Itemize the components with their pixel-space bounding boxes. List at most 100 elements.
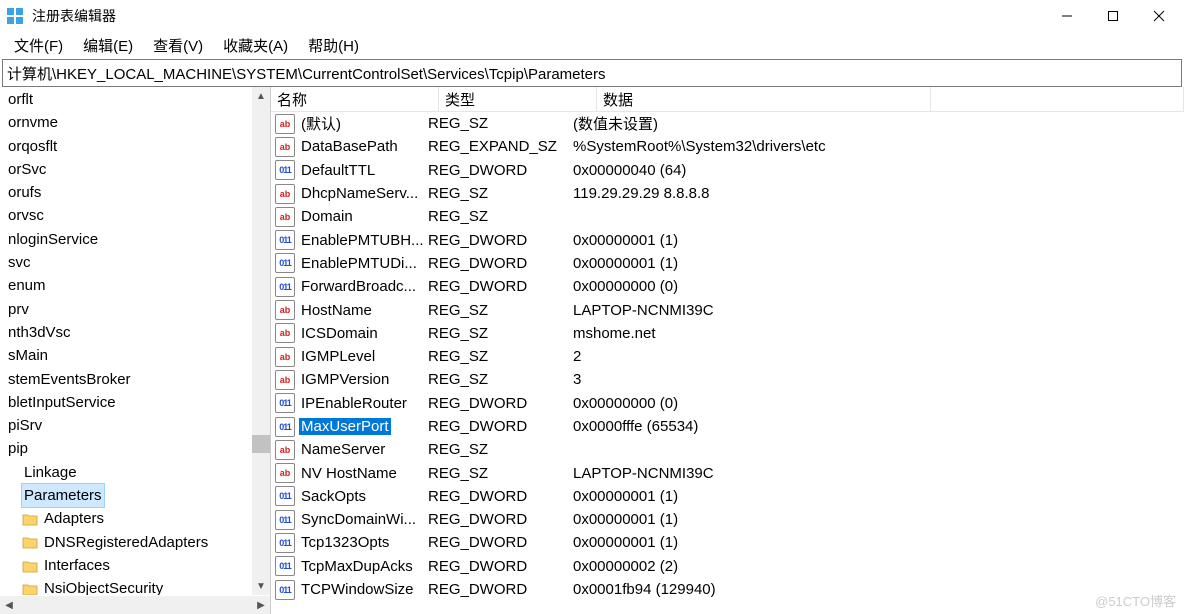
value-type: REG_DWORD [428,255,573,272]
tree-item[interactable]: nloginService [0,228,252,251]
list-header: 名称 类型 数据 [271,87,1184,112]
list-row[interactable]: abNV HostNameREG_SZLAPTOP-NCNMI39C [271,461,1184,484]
binary-value-icon: 011 [275,230,295,250]
value-data: mshome.net [573,325,1184,342]
address-text: 计算机\HKEY_LOCAL_MACHINE\SYSTEM\CurrentCon… [7,63,606,84]
tree-item[interactable]: NsiObjectSecurity [0,577,252,595]
column-name[interactable]: 名称 [271,87,439,111]
binary-value-icon: 011 [275,160,295,180]
list-row[interactable]: abDhcpNameServ...REG_SZ119.29.29.29 8.8.… [271,182,1184,205]
tree-item[interactable]: Interfaces [0,554,252,577]
list-row[interactable]: 011SyncDomainWi...REG_DWORD0x00000001 (1… [271,508,1184,531]
tree-item[interactable]: ornvme [0,111,252,134]
list-row[interactable]: 011SackOptsREG_DWORD0x00000001 (1) [271,485,1184,508]
tree-item[interactable]: DNSRegisteredAdapters [0,531,252,554]
string-value-icon: ab [275,440,295,460]
tree-item[interactable]: sMain [0,344,252,367]
value-name: Domain [299,208,355,225]
menu-item-4[interactable]: 帮助(H) [298,33,369,58]
tree-item[interactable]: nth3dVsc [0,321,252,344]
list-row[interactable]: 011ForwardBroadc...REG_DWORD0x00000000 (… [271,275,1184,298]
tree-item[interactable]: Adapters [0,507,252,530]
list-row[interactable]: 011IPEnableRouterREG_DWORD0x00000000 (0) [271,392,1184,415]
list-pane: 名称 类型 数据 ab(默认)REG_SZ(数值未设置)abDataBasePa… [271,87,1184,614]
list-row[interactable]: 011EnablePMTUBH...REG_DWORD0x00000001 (1… [271,228,1184,251]
tree-horizontal-scrollbar[interactable]: ◀ ▶ [0,595,270,614]
value-data: 0x00000001 (1) [573,511,1184,528]
tree-item[interactable]: bletInputService [0,391,252,414]
list-row[interactable]: abDomainREG_SZ [271,205,1184,228]
scroll-thumb[interactable] [252,435,270,453]
value-data: 0x00000001 (1) [573,534,1184,551]
value-type: REG_SZ [428,371,573,388]
scroll-right-icon[interactable]: ▶ [252,596,270,614]
value-name: IGMPVersion [299,371,391,388]
address-bar[interactable]: 计算机\HKEY_LOCAL_MACHINE\SYSTEM\CurrentCon… [2,59,1182,87]
minimize-button[interactable] [1044,0,1090,32]
menu-item-0[interactable]: 文件(F) [4,33,73,58]
tree-item-label: DNSRegisteredAdapters [42,531,210,554]
column-type[interactable]: 类型 [439,87,597,111]
list-row[interactable]: abNameServerREG_SZ [271,438,1184,461]
tree-item-label: svc [6,251,33,274]
list-row[interactable]: abIGMPVersionREG_SZ3 [271,368,1184,391]
tree-item-label: enum [6,274,48,297]
value-name: IGMPLevel [299,348,377,365]
list-row[interactable]: 011TCPWindowSizeREG_DWORD0x0001fb94 (129… [271,578,1184,601]
tree-vertical-scrollbar[interactable]: ▲ ▼ [252,87,270,595]
tree-item-label: Interfaces [42,554,112,577]
tree-item[interactable]: piSrv [0,414,252,437]
tree-item[interactable]: svc [0,251,252,274]
tree-item[interactable]: Linkage [0,461,252,484]
value-data: %SystemRoot%\System32\drivers\etc [573,138,1184,155]
list-row[interactable]: 011MaxUserPortREG_DWORD0x0000fffe (65534… [271,415,1184,438]
tree-item-label: orflt [6,88,35,111]
scroll-down-icon[interactable]: ▼ [252,577,270,595]
list-row[interactable]: abHostNameREG_SZLAPTOP-NCNMI39C [271,298,1184,321]
tree-view[interactable]: orfltornvmeorqosfltorSvcorufsorvscnlogin… [0,87,252,595]
value-data: 0x00000040 (64) [573,162,1184,179]
value-data: 0x00000000 (0) [573,278,1184,295]
tree-item[interactable]: orqosflt [0,135,252,158]
tree-item[interactable]: Parameters [0,484,252,507]
value-type: REG_SZ [428,185,573,202]
list-row[interactable]: 011TcpMaxDupAcksREG_DWORD0x00000002 (2) [271,555,1184,578]
menu-item-1[interactable]: 编辑(E) [73,33,143,58]
menu-item-2[interactable]: 查看(V) [143,33,213,58]
tree-item-label: Parameters [22,484,104,507]
value-data: 119.29.29.29 8.8.8.8 [573,185,1184,202]
menu-item-3[interactable]: 收藏夹(A) [213,33,298,58]
column-spare[interactable] [931,87,1184,111]
menu-bar: 文件(F)编辑(E)查看(V)收藏夹(A)帮助(H) [0,32,1184,58]
tree-item[interactable]: enum [0,274,252,297]
list-row[interactable]: abICSDomainREG_SZmshome.net [271,322,1184,345]
value-data: 0x0001fb94 (129940) [573,581,1184,598]
scroll-up-icon[interactable]: ▲ [252,87,270,105]
maximize-button[interactable] [1090,0,1136,32]
tree-item[interactable]: prv [0,298,252,321]
tree-item[interactable]: orufs [0,181,252,204]
list-view[interactable]: ab(默认)REG_SZ(数值未设置)abDataBasePathREG_EXP… [271,112,1184,614]
list-row[interactable]: 011EnablePMTUDi...REG_DWORD0x00000001 (1… [271,252,1184,275]
value-name: Tcp1323Opts [299,534,391,551]
close-button[interactable] [1136,0,1182,32]
list-row[interactable]: abIGMPLevelREG_SZ2 [271,345,1184,368]
list-row[interactable]: ab(默认)REG_SZ(数值未设置) [271,112,1184,135]
tree-item-label: orvsc [6,204,46,227]
tree-item[interactable]: orflt [0,88,252,111]
value-name: SyncDomainWi... [299,511,418,528]
tree-item[interactable]: stemEventsBroker [0,368,252,391]
tree-item[interactable]: orSvc [0,158,252,181]
tree-item-label: sMain [6,344,50,367]
list-row[interactable]: abDataBasePathREG_EXPAND_SZ%SystemRoot%\… [271,135,1184,158]
column-data[interactable]: 数据 [597,87,931,111]
list-row[interactable]: 011Tcp1323OptsREG_DWORD0x00000001 (1) [271,531,1184,554]
tree-item[interactable]: orvsc [0,204,252,227]
value-data: (数值未设置) [573,113,1184,134]
value-type: REG_DWORD [428,488,573,505]
tree-item-label: piSrv [6,414,44,437]
scroll-left-icon[interactable]: ◀ [0,596,18,614]
string-value-icon: ab [275,463,295,483]
list-row[interactable]: 011DefaultTTLREG_DWORD0x00000040 (64) [271,159,1184,182]
tree-item[interactable]: pip [0,437,252,460]
